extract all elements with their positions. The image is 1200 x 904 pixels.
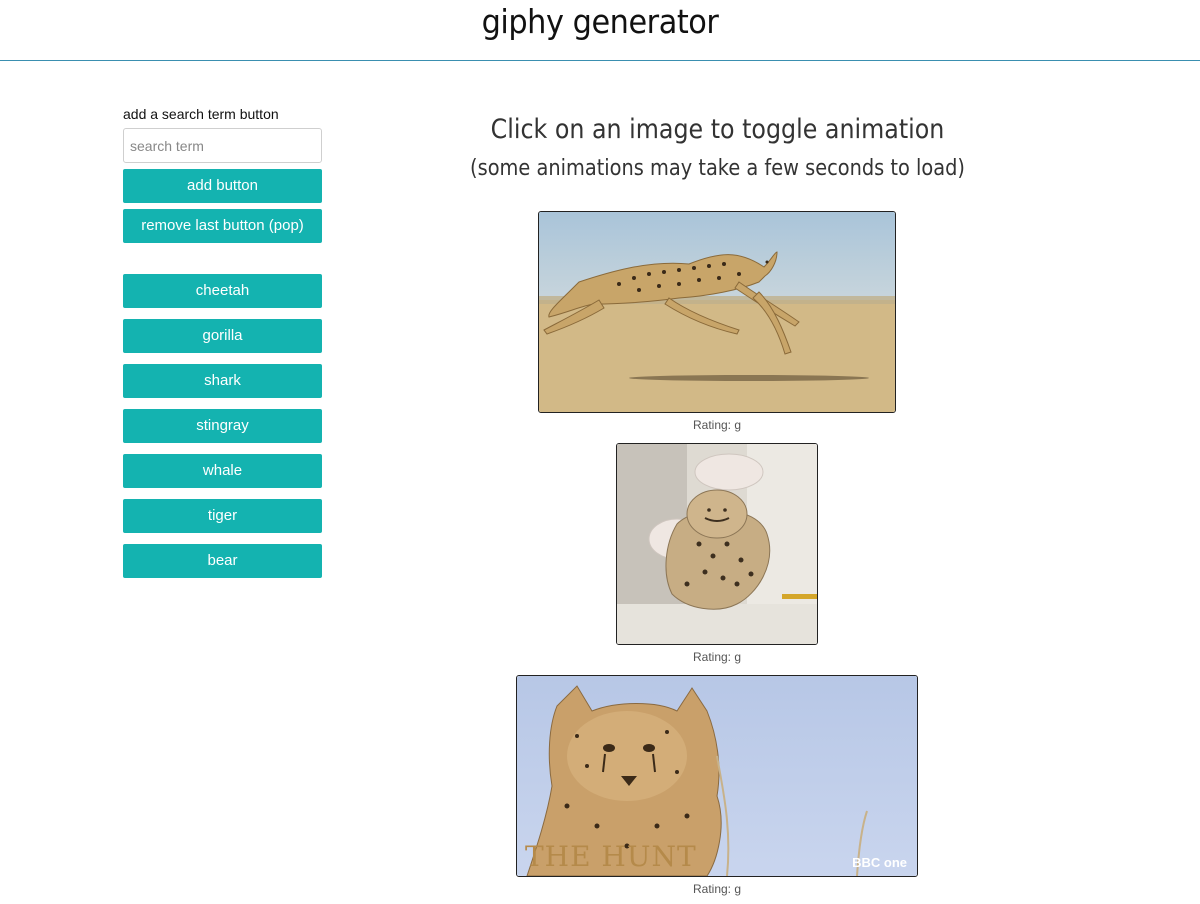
gif-image-cheetah-cub-hunt[interactable]: THE HUNT BBC one xyxy=(516,675,918,877)
topic-button-whale[interactable]: whale xyxy=(123,454,322,488)
topic-button-tiger[interactable]: tiger xyxy=(123,499,322,533)
gif-card: Rating: g xyxy=(538,211,896,434)
cheetah-cub-petted-image xyxy=(617,444,817,644)
topic-button-list: cheetah gorilla shark stingray whale tig… xyxy=(123,274,322,578)
gif-image-cheetah-cub-petted[interactable] xyxy=(616,443,818,645)
instructions-subheading: (some animations may take a few seconds … xyxy=(470,156,965,181)
search-input[interactable] xyxy=(123,128,322,163)
cheetah-running-image xyxy=(539,212,895,412)
topic-button-cheetah[interactable]: cheetah xyxy=(123,274,322,308)
topic-button-stingray[interactable]: stingray xyxy=(123,409,322,443)
search-label: add a search term button xyxy=(123,106,279,122)
gif-card: THE HUNT BBC one Rating: g xyxy=(516,675,918,898)
instructions-heading: Click on an image to toggle animation xyxy=(490,114,945,145)
topic-button-bear[interactable]: bear xyxy=(123,544,322,578)
page-header: giphy generator xyxy=(0,0,1200,61)
remove-last-button[interactable]: remove last button (pop) xyxy=(123,209,322,243)
gif-rating: Rating: g xyxy=(692,650,742,664)
main-content: Click on an image to toggle animation (s… xyxy=(430,108,1005,186)
gif-rating: Rating: g xyxy=(692,418,742,432)
gif-image-cheetah-running[interactable] xyxy=(538,211,896,413)
topic-button-shark[interactable]: shark xyxy=(123,364,322,398)
gif-card: Rating: g xyxy=(616,443,818,666)
show-title-overlay: THE HUNT xyxy=(525,840,697,873)
topic-button-gorilla[interactable]: gorilla xyxy=(123,319,322,353)
add-button[interactable]: add button xyxy=(123,169,322,203)
gif-rating: Rating: g xyxy=(692,882,742,896)
sidebar: add a search term button add button remo… xyxy=(123,104,322,589)
page-title: giphy generator xyxy=(481,2,719,41)
channel-logo: BBC one xyxy=(852,855,907,870)
